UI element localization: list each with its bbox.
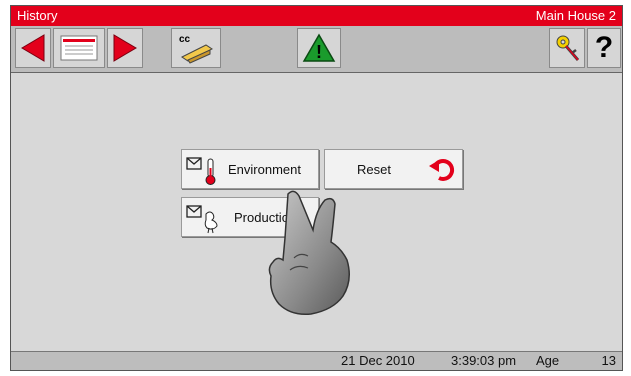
screen: History Main House 2 cc ! ? Environment … <box>10 5 623 371</box>
age-label: Age <box>536 353 560 368</box>
arrow-left-icon <box>21 34 45 62</box>
warning-icon: ! <box>302 33 336 62</box>
pointing-hand-image <box>268 190 350 316</box>
arrow-right-icon <box>113 34 137 62</box>
status-bar: 21 Dec 2010 3:39:03 pm Age 13 <box>11 351 622 370</box>
help-icon: ? <box>594 31 614 64</box>
cc-wrench-icon: cc <box>179 34 213 64</box>
reset-label: Reset <box>357 162 391 177</box>
reset-button[interactable]: Reset <box>324 149 463 189</box>
warning-mark: ! <box>316 42 322 62</box>
environment-button[interactable]: Environment <box>181 149 319 189</box>
report-button[interactable] <box>53 28 105 68</box>
cc-text: cc <box>179 34 191 45</box>
chicken-icon <box>186 205 218 234</box>
house-name: Main House 2 <box>535 8 616 23</box>
alarm-button[interactable]: ! <box>297 28 341 68</box>
help-button[interactable]: ? <box>587 28 621 68</box>
page-title: History <box>17 8 58 23</box>
report-card-icon <box>60 35 98 61</box>
key-icon <box>556 35 580 61</box>
status-time: 3:39:03 pm <box>451 353 517 368</box>
next-button[interactable] <box>107 28 143 68</box>
title-bar: History Main House 2 <box>11 6 622 26</box>
previous-button[interactable] <box>15 28 51 68</box>
cc-tools-button[interactable]: cc <box>171 28 221 68</box>
environment-label: Environment <box>228 162 301 177</box>
reset-arrow-icon <box>429 158 455 181</box>
toolbar: cc ! ? <box>11 26 622 73</box>
thermometer-icon <box>186 157 216 185</box>
status-date: 21 Dec 2010 <box>341 353 415 368</box>
age-value: 13 <box>601 353 616 368</box>
access-key-button[interactable] <box>549 28 585 68</box>
